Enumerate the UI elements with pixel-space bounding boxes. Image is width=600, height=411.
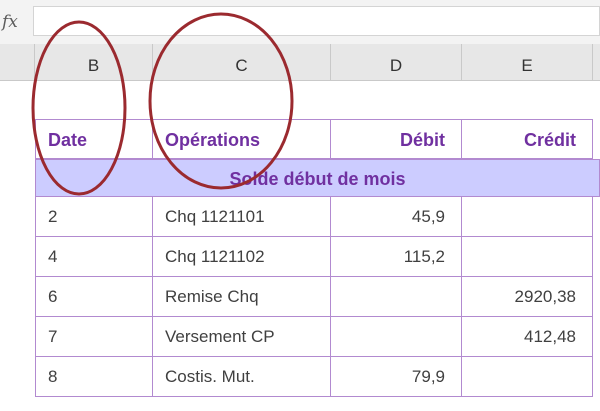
annotation-ellipse-date-column [31, 20, 127, 196]
annotation-ellipse-operations-column [148, 12, 294, 190]
annotation-layer [31, 12, 294, 196]
